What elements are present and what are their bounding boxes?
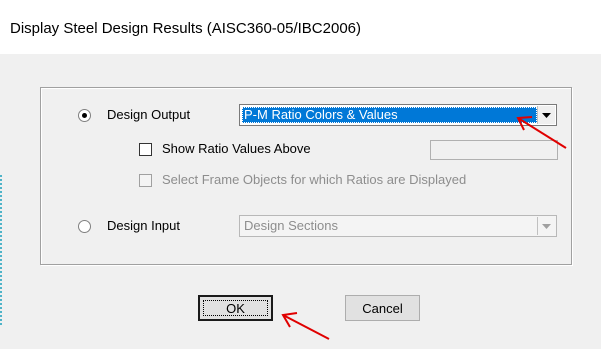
cancel-button[interactable]: Cancel	[345, 295, 420, 321]
design-input-combo[interactable]: Design Sections	[239, 215, 557, 237]
annotation-arrow-icon	[281, 312, 330, 340]
title-bar: Display Steel Design Results (AISC360-05…	[0, 0, 601, 52]
show-ratio-checkbox[interactable]	[139, 143, 152, 156]
ok-button[interactable]: OK	[198, 295, 273, 321]
design-output-combo-value: P-M Ratio Colors & Values	[242, 107, 537, 123]
select-frames-checkbox[interactable]	[139, 174, 152, 187]
select-frames-label: Select Frame Objects for which Ratios ar…	[162, 172, 467, 187]
design-input-combo-value: Design Sections	[244, 218, 338, 233]
design-output-radio[interactable]	[78, 109, 91, 122]
design-input-radio[interactable]	[78, 220, 91, 233]
annotation-arrow-icon	[516, 116, 567, 149]
design-output-label: Design Output	[107, 107, 191, 122]
background-dotted-edge	[0, 175, 5, 325]
design-input-label: Design Input	[107, 218, 180, 233]
chevron-down-icon	[542, 223, 551, 229]
ok-focus-rect	[203, 300, 268, 316]
cancel-button-label: Cancel	[362, 300, 403, 316]
dialog-title: Display Steel Design Results (AISC360-05…	[10, 20, 361, 37]
design-input-dropdown-button[interactable]	[537, 217, 555, 235]
radio-selected-dot	[82, 113, 87, 118]
show-ratio-label: Show Ratio Values Above	[162, 141, 311, 156]
